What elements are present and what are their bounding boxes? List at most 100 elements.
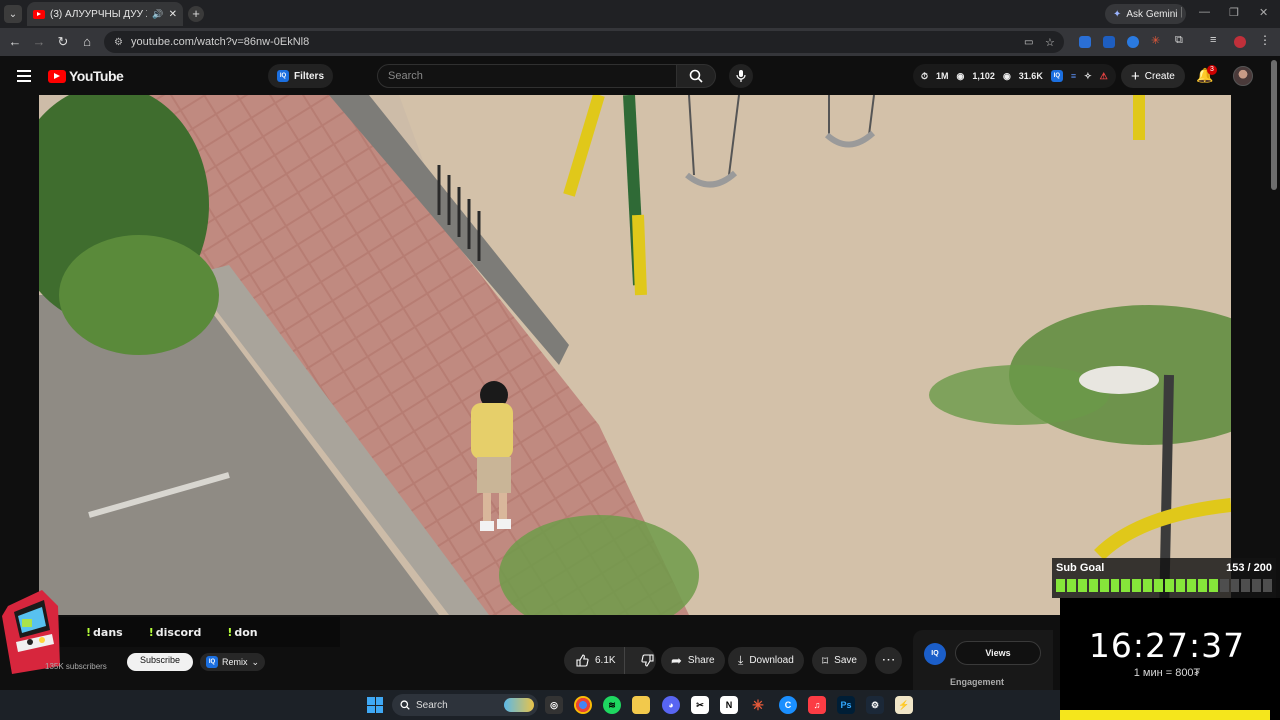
url-text: youtube.com/watch?v=86nw-0EkNl8 — [130, 36, 310, 48]
iq-icon[interactable]: IQ — [1050, 70, 1063, 82]
page-scrollbar[interactable] — [1271, 60, 1277, 190]
remix-button[interactable]: IQ Remix ⌄ — [200, 653, 266, 671]
engagement-label[interactable]: Engagement — [950, 677, 1004, 687]
address-bar[interactable]: ⚙ youtube.com/watch?v=86nw-0EkNl8 ▭ ☆ — [104, 31, 1064, 53]
tab-search-menu-button[interactable]: ⌄ — [4, 5, 22, 23]
speaker-icon[interactable]: 🔊 — [152, 9, 163, 20]
taskbar-search[interactable]: Search — [392, 694, 538, 716]
search-icon — [689, 69, 703, 83]
tab-title: (3) АЛУУРЧНЫ ДУУ ХООЛ — [50, 8, 147, 20]
c-app-icon[interactable]: C — [779, 696, 797, 714]
sparkle-icon[interactable]: ✧ — [1084, 71, 1092, 82]
iq-badge-icon[interactable]: IQ — [924, 643, 946, 665]
bookmark-icon: ⌑ — [822, 653, 829, 668]
hamburger-menu-icon[interactable] — [17, 70, 31, 85]
notification-count-badge: 3 — [1207, 65, 1217, 75]
chevron-down-icon: ⌄ — [8, 8, 18, 20]
save-button[interactable]: ⌑ Save — [812, 647, 867, 674]
video-player[interactable] — [39, 95, 1231, 615]
chrome-icon[interactable] — [574, 696, 592, 714]
avatar[interactable] — [1233, 66, 1253, 86]
home-icon[interactable]: ⌂ — [79, 34, 95, 49]
iq-extension-icon[interactable] — [1103, 36, 1115, 48]
share-button[interactable]: ➦ Share — [661, 647, 725, 674]
kebab-menu-icon[interactable]: ⋮ — [1259, 33, 1271, 47]
voice-search-button[interactable] — [729, 64, 753, 88]
profile-avatar-icon[interactable] — [1234, 36, 1246, 48]
tab-close-icon[interactable]: ✕ — [169, 9, 177, 20]
new-tab-button[interactable]: + — [188, 6, 204, 22]
chevron-down-icon: ⌄ — [251, 656, 260, 667]
close-window-button[interactable]: ✕ — [1259, 6, 1268, 19]
task-view-icon[interactable]: ◎ — [545, 696, 563, 714]
alert-icon[interactable]: ⚠ — [1100, 71, 1108, 82]
youtube-header: YouTube IQ Filters Search ⏱ 1M ◉ 1,102 ◉ 31… — [0, 56, 1280, 96]
notion-icon[interactable]: N — [720, 696, 738, 714]
search-highlight-icon — [504, 698, 534, 712]
subscribe-button[interactable]: Subscribe — [127, 653, 193, 671]
command-item: ! don — [227, 625, 258, 639]
extension-icon[interactable] — [1127, 36, 1139, 48]
share-label: Share — [687, 655, 715, 666]
views-tab[interactable]: Views — [955, 641, 1041, 665]
more-actions-button[interactable]: ⋯ — [875, 647, 902, 674]
command-item: ! discord — [148, 625, 202, 639]
youtube-play-icon — [48, 69, 66, 83]
search-icon — [400, 700, 410, 710]
create-label: Create — [1144, 70, 1175, 82]
iq-icon: IQ — [277, 70, 289, 82]
list-icon[interactable]: ≡ — [1071, 71, 1076, 81]
sub-goal-segment — [1066, 579, 1076, 592]
forward-arrow-icon[interactable]: → — [31, 34, 47, 49]
search-button[interactable] — [676, 64, 716, 88]
sub-goal-segment — [1263, 579, 1273, 592]
filters-button[interactable]: IQ Filters — [268, 64, 334, 88]
puzzle-extensions-icon[interactable]: ⧉ — [1175, 34, 1187, 46]
playlist-icon[interactable]: ≡ — [1210, 34, 1222, 46]
maximize-button[interactable]: ❐ — [1229, 6, 1239, 19]
file-explorer-icon[interactable] — [632, 696, 650, 714]
capcut-icon[interactable]: ✂ — [691, 696, 709, 714]
sub-goal-segment — [1165, 579, 1174, 592]
like-button[interactable]: 6.1K — [564, 647, 625, 674]
youtube-logo[interactable]: YouTube — [48, 68, 124, 84]
active-tab[interactable]: (3) АЛУУРЧНЫ ДУУ ХООЛ 🔊 ✕ — [27, 2, 183, 26]
windows-start-icon[interactable] — [367, 697, 383, 713]
cast-icon[interactable]: ▭ — [1024, 37, 1033, 48]
discord-icon[interactable]: ◕ — [662, 696, 680, 714]
music-icon[interactable]: ♫ — [808, 696, 826, 714]
bookmark-star-icon[interactable]: ☆ — [1045, 36, 1055, 49]
sub-goal-segment — [1208, 579, 1218, 592]
create-button[interactable]: + Create — [1121, 64, 1185, 88]
plus-icon: + — [1131, 67, 1140, 85]
stat-likes: 31.6K — [1018, 71, 1043, 81]
steam-icon[interactable]: ⚙ — [866, 696, 884, 714]
photoshop-icon[interactable]: Ps — [837, 696, 855, 714]
youtube-logo-text: YouTube — [69, 68, 124, 84]
timer-accent-strip — [1060, 710, 1270, 720]
iq-icon: IQ — [206, 656, 218, 668]
browser-toolbar: ← → ↻ ⌂ ⚙ youtube.com/watch?v=86nw-0EkNl… — [0, 28, 1280, 56]
like-count: 6.1K — [595, 655, 616, 666]
stat-watching: 1,102 — [972, 71, 995, 81]
sub-goal-progress-bar — [1056, 579, 1273, 592]
dislike-button[interactable] — [631, 647, 664, 674]
timer-rate: 1 мин = 800₮ — [1133, 667, 1201, 679]
minimize-button[interactable]: — — [1199, 6, 1210, 18]
extension-icon[interactable] — [1079, 36, 1091, 48]
channel-stats-bar: ⏱ 1M ◉ 1,102 ◉ 31.6K IQ ≡ ✧ ⚠ — [913, 64, 1116, 88]
reload-icon[interactable]: ↻ — [55, 34, 71, 50]
command-word: dans — [93, 625, 123, 639]
search-input[interactable]: Search — [377, 64, 677, 88]
sub-goal-segment — [1088, 579, 1098, 592]
back-arrow-icon[interactable]: ← — [7, 34, 23, 49]
spotify-icon[interactable]: ≋ — [603, 696, 621, 714]
claude-icon[interactable]: ✳ — [749, 696, 767, 714]
filters-label: Filters — [294, 70, 325, 82]
site-info-icon[interactable]: ⚙ — [114, 37, 123, 48]
sparkle-extension-icon[interactable]: ✳ — [1151, 34, 1163, 47]
eye-icon: ◉ — [956, 70, 965, 81]
download-button[interactable]: ⤓ Download — [728, 647, 804, 674]
ask-gemini-button[interactable]: ✦ Ask Gemini — [1105, 4, 1186, 24]
app-icon[interactable]: ⚡ — [895, 696, 913, 714]
